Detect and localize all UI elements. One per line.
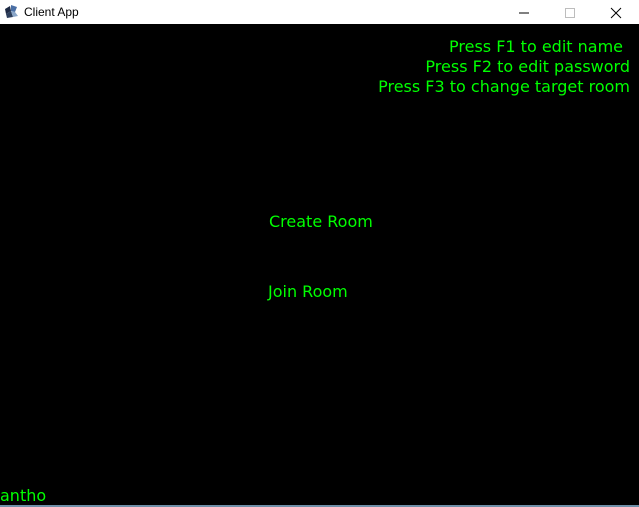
hint-change-room: Press F3 to change target room: [378, 77, 630, 96]
join-room-button[interactable]: Join Room: [268, 282, 348, 302]
minimize-button[interactable]: [501, 0, 547, 24]
create-room-button[interactable]: Create Room: [269, 212, 373, 232]
app-canvas[interactable]: Press F1 to edit name Press F2 to edit p…: [0, 24, 639, 507]
hint-edit-password: Press F2 to edit password: [425, 57, 630, 76]
close-button[interactable]: [593, 0, 639, 24]
title-bar[interactable]: Client App: [0, 0, 639, 24]
close-icon: [610, 7, 622, 19]
hint-edit-name: Press F1 to edit name: [449, 37, 623, 56]
window-title: Client App: [24, 5, 79, 19]
username-label: antho: [0, 486, 47, 505]
minimize-icon: [519, 12, 529, 14]
maximize-button[interactable]: [547, 0, 593, 24]
maximize-icon: [565, 8, 575, 18]
app-icon: [5, 5, 18, 18]
